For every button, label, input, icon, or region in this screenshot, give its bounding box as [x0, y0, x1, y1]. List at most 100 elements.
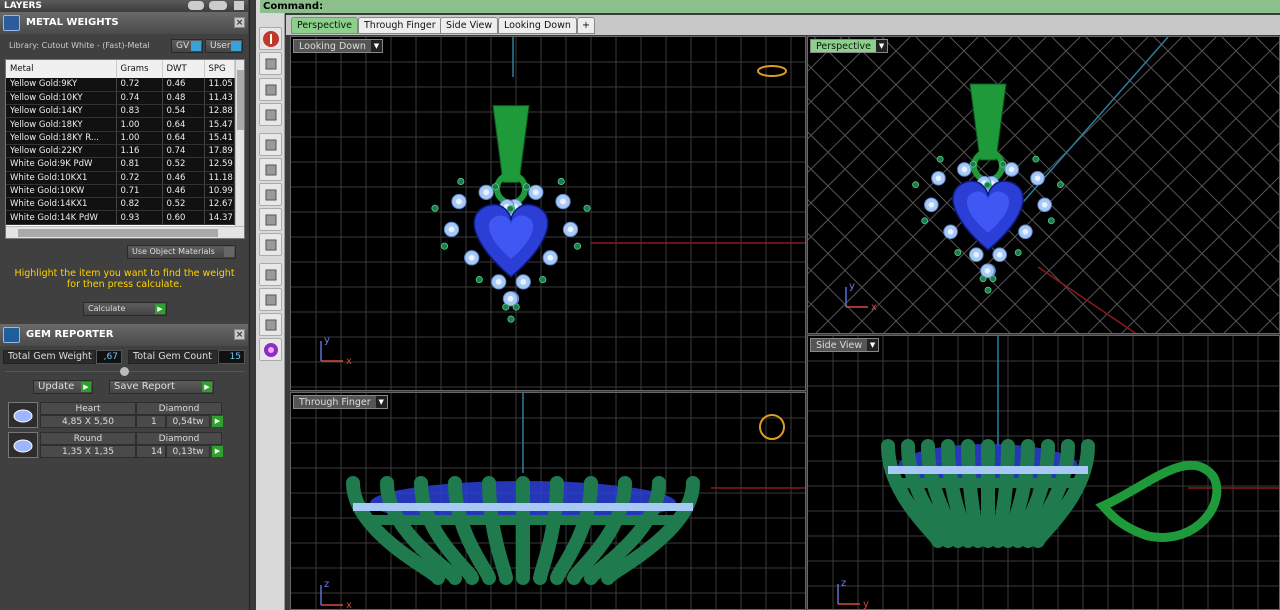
table-cell: 1.16 [116, 144, 163, 159]
calculate-button[interactable]: Calculate ▶ [83, 302, 167, 316]
gem-action-button[interactable]: ▶ [212, 446, 223, 457]
chevron-down-icon[interactable]: ▼ [370, 40, 382, 52]
prong-bead [979, 275, 987, 283]
chevron-down-icon[interactable]: ▼ [867, 339, 879, 351]
horizontal-scrollbar[interactable] [6, 226, 244, 238]
gem-row[interactable]: Round Diamond 1,35 X 1,35 14 0,13tw ▶ [6, 430, 223, 458]
axis-label: y [849, 281, 855, 292]
diamond-highlight [928, 201, 935, 208]
table-cell: 1.00 [116, 117, 163, 132]
prong-bead [475, 276, 483, 284]
table-cell: 0.46 [162, 171, 205, 185]
library-label: Library: Cutout White - (Fast)-Metal [9, 41, 150, 50]
add-tab-button[interactable]: + [577, 17, 595, 34]
gem-row[interactable]: Heart Diamond 4,85 X 5,50 1 0,54tw ▶ [6, 400, 223, 428]
prong-bead [983, 181, 991, 189]
table-cell: 0.72 [116, 171, 163, 185]
user-toggle[interactable]: User [205, 39, 243, 53]
gv-toggle[interactable]: GV [171, 39, 203, 53]
table-cell: Yellow Gold:22KY [6, 144, 117, 159]
table-row[interactable]: Yellow Gold:18KY R... 1.00 0.64 15.41 [6, 131, 235, 145]
axis-icon[interactable] [259, 52, 282, 75]
col-grams[interactable]: Grams [116, 60, 163, 78]
viewport-label-perspective[interactable]: Perspective ▼ [810, 39, 889, 53]
chevron-down-icon[interactable]: ▼ [876, 40, 888, 52]
gem-weight: 0,54tw [166, 415, 210, 428]
frame-icon[interactable] [259, 313, 282, 336]
table-cell: 15.47 [204, 117, 235, 132]
update-button[interactable]: Update ▶ [33, 380, 93, 394]
table-cell: 12.59 [204, 157, 235, 172]
eye-icon[interactable] [209, 1, 227, 10]
tab-side-view[interactable]: Side View [440, 17, 499, 34]
gear-icon[interactable] [259, 288, 282, 311]
table-row[interactable]: White Gold:9K PdW 0.81 0.52 12.59 [6, 157, 235, 172]
layers-toggle-icon[interactable] [188, 1, 204, 10]
tab-perspective[interactable]: Perspective [291, 17, 359, 34]
col-spg[interactable]: SPG [204, 60, 235, 78]
pencil-icon[interactable] [259, 263, 282, 286]
table-row[interactable]: Yellow Gold:10KY 0.74 0.48 11.43 [6, 91, 235, 106]
table-cell: 0.93 [116, 210, 163, 225]
total-gem-weight-label: Total Gem Weight [3, 350, 96, 364]
total-gem-count-value: 15 [218, 350, 245, 364]
table-cell: 0.46 [162, 184, 205, 199]
table-cell: White Gold:14KX1 [6, 197, 117, 212]
table-row[interactable]: White Gold:14K PdW 0.93 0.60 14.37 [6, 210, 235, 225]
prong-bead [1056, 181, 1064, 189]
close-icon[interactable]: × [234, 329, 245, 340]
table-row[interactable]: Yellow Gold:18KY 1.00 0.64 15.47 [6, 117, 235, 132]
table-cell: 0.81 [116, 157, 163, 172]
col-metal[interactable]: Metal [6, 60, 117, 78]
table-row[interactable]: Yellow Gold:9KY 0.72 0.46 11.05 [6, 78, 235, 92]
splitter-handle[interactable] [120, 367, 129, 376]
gallery-rail [353, 503, 693, 511]
diamond-highlight [532, 189, 539, 196]
viewport-label-side-view[interactable]: Side View ▼ [810, 338, 880, 352]
cube-icon[interactable] [259, 158, 282, 181]
table-row[interactable]: Yellow Gold:14KY 0.83 0.54 12.88 [6, 104, 235, 119]
prong-bead [989, 275, 997, 283]
table-cell: 12.88 [204, 104, 235, 119]
prong-bead [921, 217, 929, 225]
globe-icon[interactable] [259, 78, 282, 101]
viewport-side-view[interactable]: Side View ▼ z y [807, 335, 1280, 610]
close-icon[interactable] [234, 1, 244, 10]
viewport-perspective[interactable]: Perspective ▼ y x [807, 36, 1280, 334]
table-cell: 0.60 [162, 210, 205, 225]
prong-bead [457, 177, 465, 186]
col-dwt[interactable]: DWT [162, 60, 205, 78]
table-row[interactable]: White Gold:14KX1 0.82 0.52 12.67 [6, 197, 235, 212]
table-cell: 0.83 [116, 104, 163, 119]
viewport-label-looking-down[interactable]: Looking Down ▼ [293, 39, 383, 53]
command-bar[interactable]: Command: [260, 0, 1280, 13]
save-report-button[interactable]: Save Report ▶ [109, 380, 214, 394]
gem-action-button[interactable]: ▶ [212, 416, 223, 427]
tab-through-finger[interactable]: Through Finger [358, 17, 442, 34]
cube-front-icon[interactable] [259, 183, 282, 206]
table-row[interactable]: White Gold:10KX1 0.72 0.46 11.18 [6, 171, 235, 185]
viewport-through-finger[interactable]: Through Finger ▼ z x [290, 392, 806, 610]
tab-looking-down[interactable]: Looking Down [498, 17, 577, 34]
viewport-looking-down[interactable]: Looking Down ▼ y x [290, 36, 806, 391]
gem-shape-icon [8, 432, 38, 458]
metal-table: Metal Grams DWT SPG Yellow Gold:9KY 0.72 0… [5, 59, 245, 239]
use-object-materials-checkbox[interactable]: Use Object Materials [127, 245, 236, 259]
vertical-scrollbar[interactable] [235, 60, 244, 226]
cube-side-icon[interactable] [259, 208, 282, 231]
chevron-down-icon[interactable]: ▼ [375, 396, 387, 408]
close-icon[interactable]: × [234, 17, 245, 28]
gem-icon[interactable] [259, 338, 282, 361]
viewport-label-through-finger[interactable]: Through Finger ▼ [293, 395, 388, 409]
table-row[interactable]: Yellow Gold:22KY 1.16 0.74 17.89 [6, 144, 235, 159]
view-tabs: Perspective Through Finger Side View Loo… [286, 15, 1280, 35]
table-row[interactable]: White Gold:10KW 0.71 0.46 10.99 [6, 184, 235, 199]
gallery-rail [898, 478, 1078, 488]
table-cell: 10.99 [204, 184, 235, 199]
table-cell: 0.64 [162, 117, 205, 132]
nodes-icon[interactable] [259, 103, 282, 126]
transform-icon[interactable] [259, 133, 282, 156]
table-cell: 0.74 [116, 91, 163, 106]
record-icon[interactable] [259, 27, 282, 50]
cube-top-icon[interactable] [259, 233, 282, 256]
